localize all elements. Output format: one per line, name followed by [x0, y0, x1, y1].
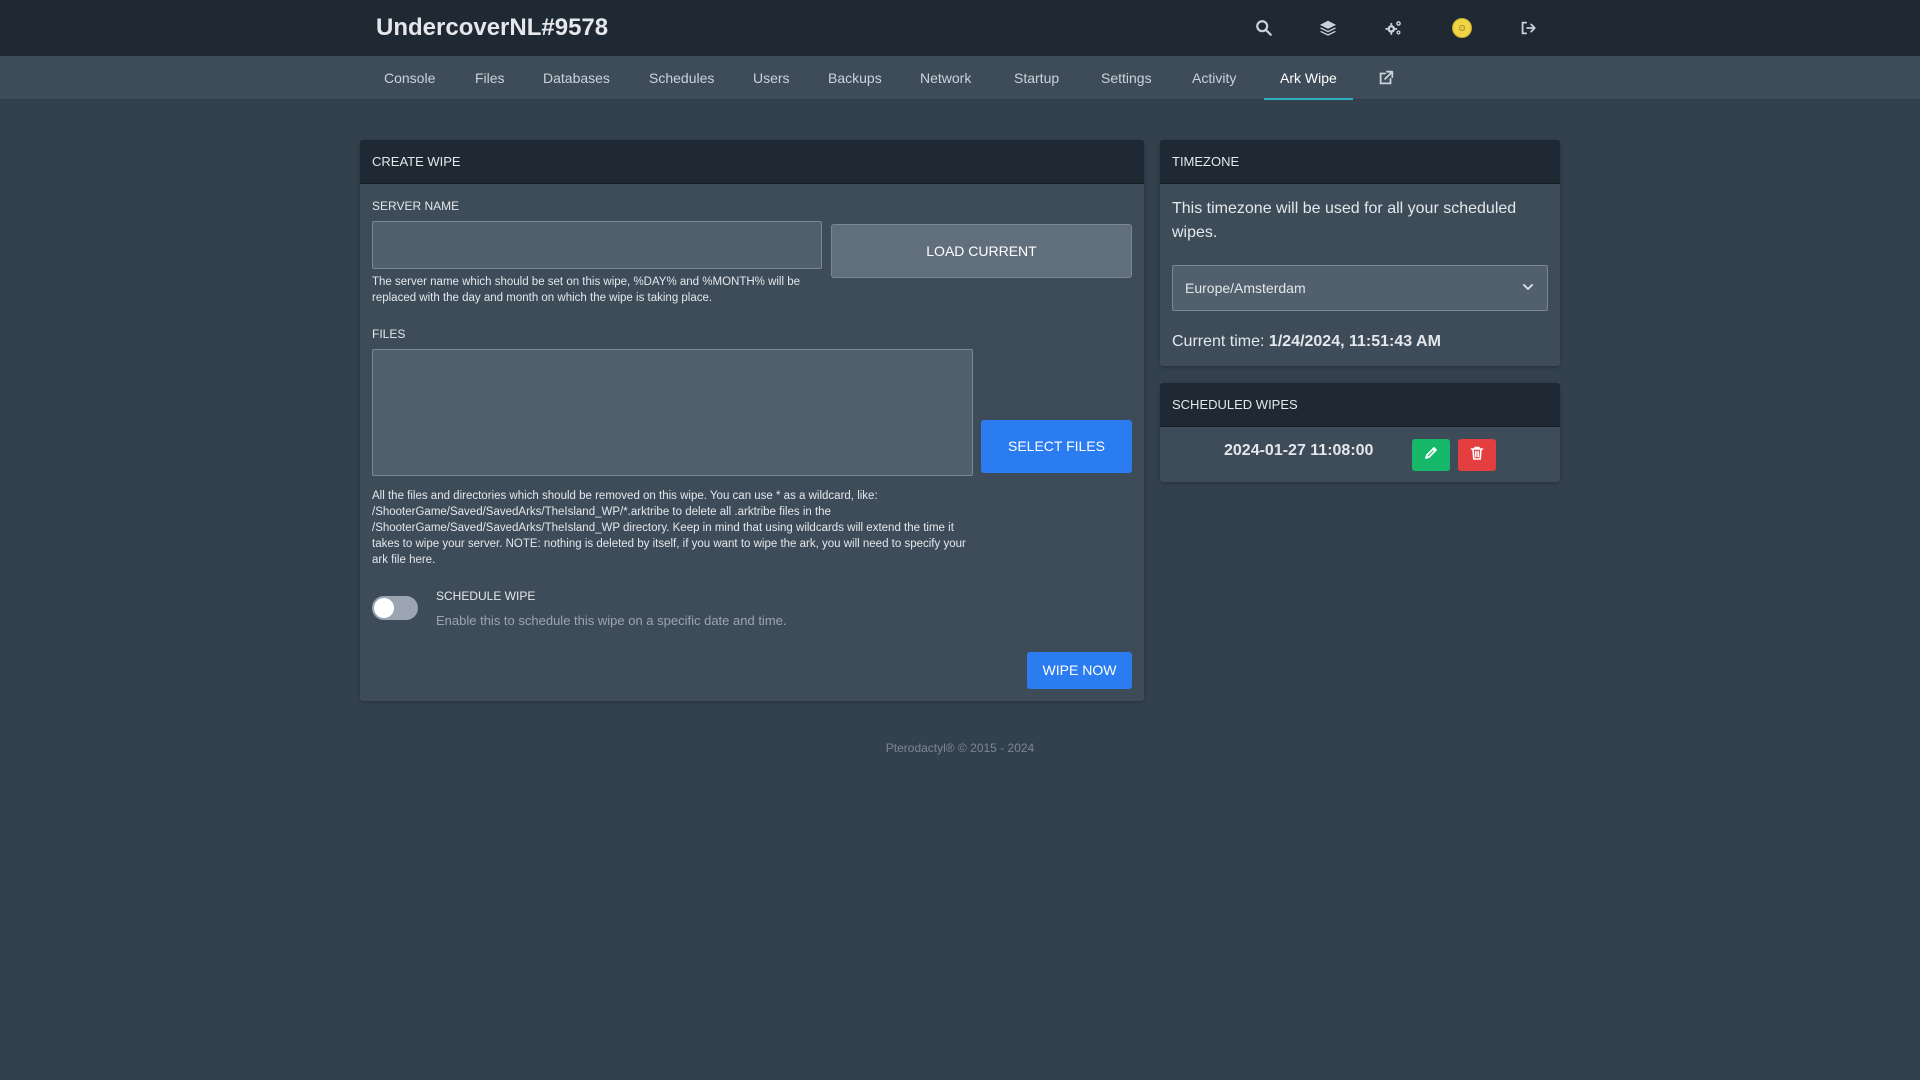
schedule-wipe-toggle[interactable]	[372, 596, 418, 620]
timezone-title: TIMEZONE	[1160, 140, 1560, 184]
layers-icon[interactable]	[1314, 14, 1342, 42]
tab-backups[interactable]: Backups	[828, 56, 882, 100]
files-help: All the files and directories which shou…	[372, 490, 966, 566]
tab-users[interactable]: Users	[753, 56, 790, 100]
tab-databases[interactable]: Databases	[543, 56, 610, 100]
scheduled-wipes-title: SCHEDULED WIPES	[1160, 383, 1560, 427]
current-time-label: Current time:	[1172, 333, 1265, 350]
wipe-now-button[interactable]: WIPE NOW	[1027, 652, 1132, 689]
create-wipe-title: CREATE WIPE	[360, 140, 1144, 184]
chevron-down-icon	[1521, 280, 1535, 294]
edit-wipe-button[interactable]	[1412, 439, 1450, 471]
tab-console[interactable]: Console	[384, 56, 435, 100]
tab-ark-wipe[interactable]: Ark Wipe	[1264, 56, 1353, 100]
list-item: 2024-01-27 11:08:00	[1160, 427, 1560, 482]
server-name-help: The server name which should be set on t…	[372, 276, 801, 304]
toggle-knob	[374, 598, 394, 618]
scheduled-wipes-panel: SCHEDULED WIPES 2024-01-27 11:08:00	[1160, 383, 1560, 482]
files-label: FILES	[372, 327, 406, 341]
tab-settings[interactable]: Settings	[1101, 56, 1152, 100]
current-time-value: 1/24/2024, 11:51:43 AM	[1268, 333, 1441, 350]
tab-activity[interactable]: Activity	[1192, 56, 1236, 100]
tab-network[interactable]: Network	[920, 56, 971, 100]
avatar[interactable]: ☺	[1448, 14, 1476, 42]
select-files-button[interactable]: SELECT FILES	[981, 420, 1132, 473]
server-nav: Console Files Databases Schedules Users …	[0, 56, 1920, 100]
create-wipe-panel: CREATE WIPE SERVER NAME LOAD CURRENT The…	[360, 140, 1144, 701]
trash-icon	[1469, 445, 1485, 466]
footer: Pterodactyl® © 2015 - 2024	[885, 741, 1035, 755]
search-icon[interactable]	[1250, 14, 1278, 42]
sign-out-icon[interactable]	[1514, 14, 1542, 42]
pencil-icon	[1423, 445, 1439, 466]
tab-startup[interactable]: Startup	[1014, 56, 1059, 100]
timezone-selected: Europe/Amsterdam	[1185, 280, 1306, 296]
timezone-description: This timezone will be used for all your …	[1172, 200, 1517, 241]
tab-schedules[interactable]: Schedules	[649, 56, 714, 100]
server-name-label: SERVER NAME	[372, 199, 460, 213]
tab-files[interactable]: Files	[475, 56, 505, 100]
top-bar: UndercoverNL#9578 ☺	[0, 0, 1920, 56]
delete-wipe-button[interactable]	[1458, 439, 1496, 471]
timezone-panel: TIMEZONE This timezone will be used for …	[1160, 140, 1560, 366]
current-time-row: Current time: 1/24/2024, 11:51:43 AM	[1172, 330, 1441, 354]
schedule-wipe-help: Enable this to schedule this wipe on a s…	[436, 613, 787, 628]
avatar-face-icon: ☺	[1452, 18, 1472, 38]
files-textarea[interactable]	[372, 349, 973, 476]
scheduled-wipe-datetime: 2024-01-27 11:08:00	[1224, 442, 1374, 459]
timezone-select[interactable]: Europe/Amsterdam	[1172, 265, 1548, 311]
schedule-wipe-label: SCHEDULE WIPE	[436, 589, 536, 603]
external-link-icon[interactable]	[1377, 69, 1395, 87]
server-title[interactable]: UndercoverNL#9578	[376, 0, 608, 56]
server-name-input[interactable]	[372, 221, 822, 269]
cogs-icon[interactable]	[1380, 14, 1408, 42]
load-current-button[interactable]: LOAD CURRENT	[831, 224, 1132, 278]
